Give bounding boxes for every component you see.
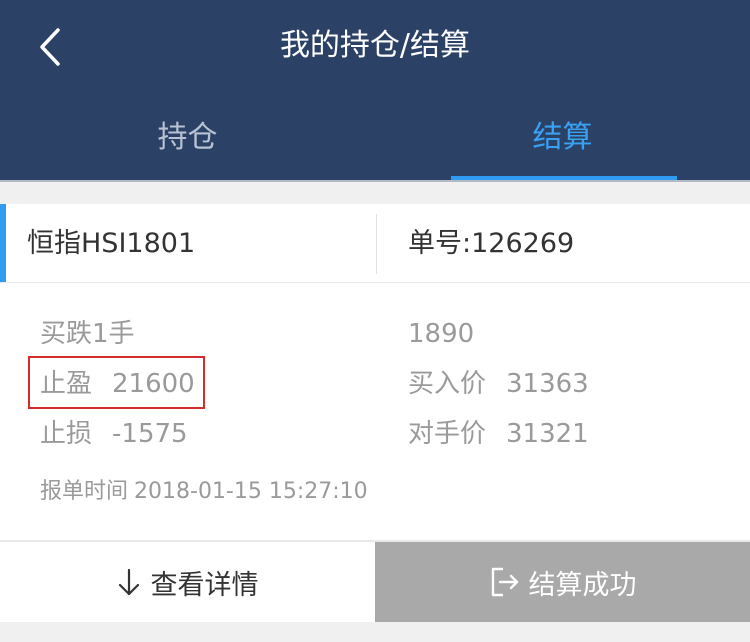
page-title: 我的持仓/结算 — [279, 28, 471, 63]
tab-holdings[interactable]: 持仓 — [0, 110, 375, 166]
buy-price-label: 买入价 — [408, 369, 487, 399]
app-header: 我的持仓/结算 持仓 结算 — [0, 0, 750, 181]
vertical-divider — [376, 214, 377, 274]
counter-price-label: 对手价 — [408, 419, 487, 449]
order-card: 恒指HSI1801 单号:126269 买跌1手 1890 止盈 21600 买入… — [0, 204, 750, 542]
counter-price: 对手价 31321 — [408, 412, 589, 456]
order-number-value: 126269 — [471, 228, 575, 259]
stop-loss-label: 止损 — [40, 419, 93, 449]
order-direction: 买跌1手 — [40, 319, 135, 349]
card-divider — [0, 282, 750, 283]
view-details-label: 查看详情 — [150, 569, 259, 601]
order-number-label: 单号: — [408, 228, 472, 259]
header-divider — [0, 180, 750, 182]
order-time-label: 报单时间 — [40, 479, 129, 504]
take-profit-highlight — [28, 356, 205, 409]
view-details-button[interactable]: 查看详情 — [0, 542, 375, 622]
settle-success-label: 结算成功 — [528, 569, 637, 601]
stop-loss-value: -1575 — [112, 419, 188, 449]
settle-success-button[interactable]: 结算成功 — [375, 542, 750, 622]
counter-price-value: 31321 — [506, 419, 589, 449]
buy-price: 买入价 31363 — [408, 362, 589, 406]
order-number: 单号:126269 — [408, 220, 574, 268]
product-name: 恒指HSI1801 — [27, 228, 196, 259]
card-accent-bar — [0, 204, 6, 282]
order-time-value: 2018-01-15 15:27:10 — [134, 479, 368, 504]
stop-loss: 止损 -1575 — [40, 412, 188, 456]
order-amount: 1890 — [408, 319, 475, 349]
buy-price-value: 31363 — [506, 369, 589, 399]
exit-icon — [489, 566, 521, 598]
tab-settlement[interactable]: 结算 — [375, 110, 750, 166]
order-time: 报单时间 2018-01-15 15:27:10 — [40, 474, 368, 510]
arrow-down-icon — [117, 567, 141, 597]
